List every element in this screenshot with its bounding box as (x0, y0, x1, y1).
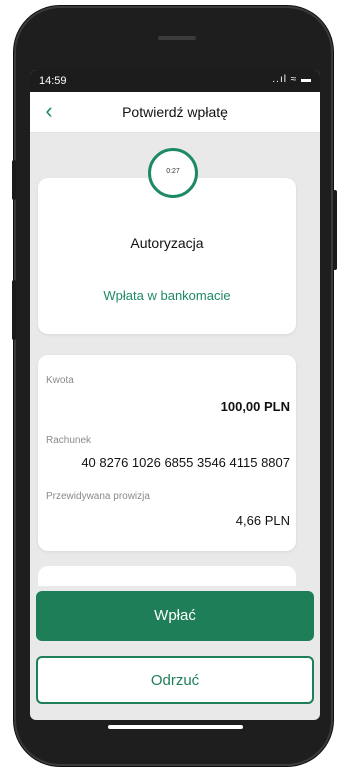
timer-icon: 0:27 (148, 148, 198, 198)
header: ‹ Potwierdź wpłatę (30, 92, 320, 133)
status-time: 14:59 (39, 75, 67, 87)
amount-label: Kwota (46, 375, 74, 386)
home-indicator[interactable] (108, 725, 243, 729)
fee-value: 4,66 PLN (235, 513, 290, 528)
details-card: Kwota 100,00 PLN Rachunek 40 8276 1026 6… (38, 355, 296, 551)
reject-button[interactable]: Odrzuć (36, 656, 314, 704)
authorization-subtitle: Wpłata w bankomacie (103, 288, 231, 303)
account-label: Rachunek (46, 435, 92, 446)
deposit-button[interactable]: Wpłać (36, 591, 314, 641)
mute-switch (12, 160, 16, 200)
status-bar: 14:59 ..ıl ≈ ▬ (30, 70, 320, 92)
authorization-card: Autoryzacja Wpłata w bankomacie (38, 178, 296, 334)
next-card-edge (38, 566, 296, 586)
timer-text: 0:27 (166, 168, 180, 175)
amount-value: 100,00 PLN (220, 399, 290, 414)
fee-label: Przewidywana prowizja (46, 491, 150, 502)
speaker-slot (158, 36, 196, 40)
authorization-title: Autoryzacja (130, 235, 204, 251)
power-button (333, 190, 337, 270)
app-screen: 14:59 ..ıl ≈ ▬ ‹ Potwierdź wpłatę Autory… (30, 70, 320, 720)
volume-button (12, 280, 16, 340)
page-title: Potwierdź wpłatę (122, 104, 228, 120)
account-value: 40 8276 1026 6855 3546 4115 8807 (81, 455, 290, 470)
status-icons: ..ıl ≈ ▬ (272, 74, 312, 85)
